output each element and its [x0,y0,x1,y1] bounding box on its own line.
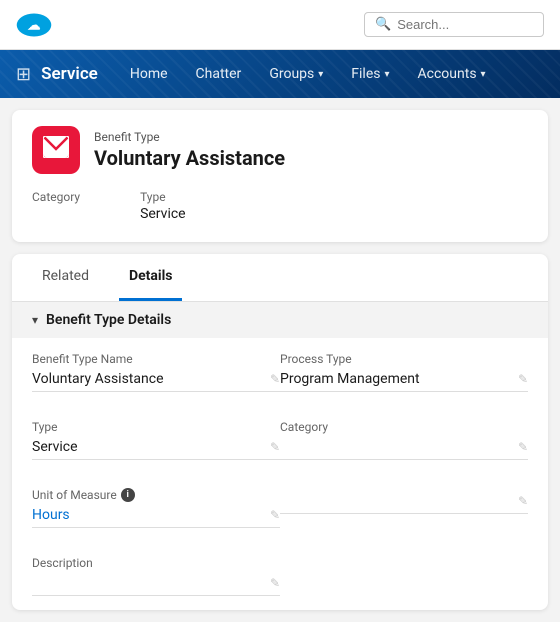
field-unit-of-measure-label: Unit of Measure i [32,488,280,502]
record-field-category: Category [32,190,80,222]
nav-item-groups[interactable]: Groups ▾ [257,50,335,98]
edit-icon-benefit-type-name[interactable]: ✎ [270,372,280,386]
edit-icon-empty-right[interactable]: ✎ [518,494,528,508]
field-category-label: Category [280,420,528,434]
chevron-down-icon-groups: ▾ [318,69,323,80]
app-name: Service [41,64,98,84]
field-benefit-type-name: Benefit Type Name Voluntary Assistance ✎ [32,338,280,406]
nav-label-files: Files [351,66,380,82]
field-category: Category ✎ [280,406,528,474]
record-icon-box [32,126,80,174]
edit-icon-type[interactable]: ✎ [270,440,280,454]
nav-label-groups: Groups [269,66,314,82]
record-field-type: Type Service [140,190,186,222]
section-header: ▾ Benefit Type Details [12,302,548,338]
tab-related[interactable]: Related [32,254,99,301]
fields-grid: Benefit Type Name Voluntary Assistance ✎… [12,338,548,610]
search-icon: 🔍 [375,17,391,32]
nav-label-chatter: Chatter [196,66,242,82]
record-icon [43,136,69,164]
record-title: Voluntary Assistance [94,146,285,170]
field-benefit-type-name-label: Benefit Type Name [32,352,280,366]
detail-card: Related Details ▾ Benefit Type Details B… [12,254,548,610]
field-unit-of-measure-value: Hours ✎ [32,506,280,528]
field-process-type: Process Type Program Management ✎ [280,338,528,406]
edit-icon-process-type[interactable]: ✎ [518,372,528,386]
field-process-type-value: Program Management ✎ [280,370,528,392]
top-bar: ☁ 🔍 [0,0,560,50]
nav-item-accounts[interactable]: Accounts ▾ [406,50,498,98]
edit-icon-category[interactable]: ✎ [518,440,528,454]
field-description-value: ✎ [32,574,280,596]
field-type-label: Type [32,420,280,434]
svg-text:☁: ☁ [28,18,41,33]
nav-item-chatter[interactable]: Chatter [184,50,254,98]
field-category-value: ✎ [280,438,528,460]
nav-label-home: Home [130,66,168,82]
section-title: Benefit Type Details [46,312,171,328]
record-header-top: Benefit Type Voluntary Assistance [32,126,528,174]
field-benefit-type-name-value: Voluntary Assistance ✎ [32,370,280,392]
edit-icon-unit-of-measure[interactable]: ✎ [270,508,280,522]
grid-icon[interactable]: ⊞ [16,64,31,85]
section-chevron-icon: ▾ [32,313,38,327]
field-empty-right: ✎ [280,474,528,542]
record-type-label: Benefit Type [94,130,285,144]
record-fields: Category Type Service [32,190,528,222]
field-unit-of-measure: Unit of Measure i Hours ✎ [32,474,280,542]
nav-item-home[interactable]: Home [118,50,180,98]
record-field-category-label: Category [32,190,80,204]
nav-item-files[interactable]: Files ▾ [339,50,401,98]
record-title-group: Benefit Type Voluntary Assistance [94,130,285,170]
record-field-type-value: Service [140,206,186,222]
field-type-value: Service ✎ [32,438,280,460]
search-box[interactable]: 🔍 [364,12,544,37]
field-type: Type Service ✎ [32,406,280,474]
tab-details[interactable]: Details [119,254,183,301]
search-input[interactable] [397,17,517,32]
field-description-label: Description [32,556,280,570]
info-icon-unit-of-measure[interactable]: i [121,488,135,502]
salesforce-logo: ☁ [16,7,52,43]
chevron-down-icon-accounts: ▾ [481,69,486,80]
record-field-type-label: Type [140,190,186,204]
chevron-down-icon-files: ▾ [384,69,389,80]
nav-label-accounts: Accounts [418,66,477,82]
field-process-type-label: Process Type [280,352,528,366]
field-description: Description ✎ [32,542,280,610]
nav-bar: ⊞ Service Home Chatter Groups ▾ Files ▾ … [0,50,560,98]
tabs-row: Related Details [12,254,548,302]
field-empty-right-value: ✎ [280,492,528,514]
record-header: Benefit Type Voluntary Assistance Catego… [12,110,548,242]
